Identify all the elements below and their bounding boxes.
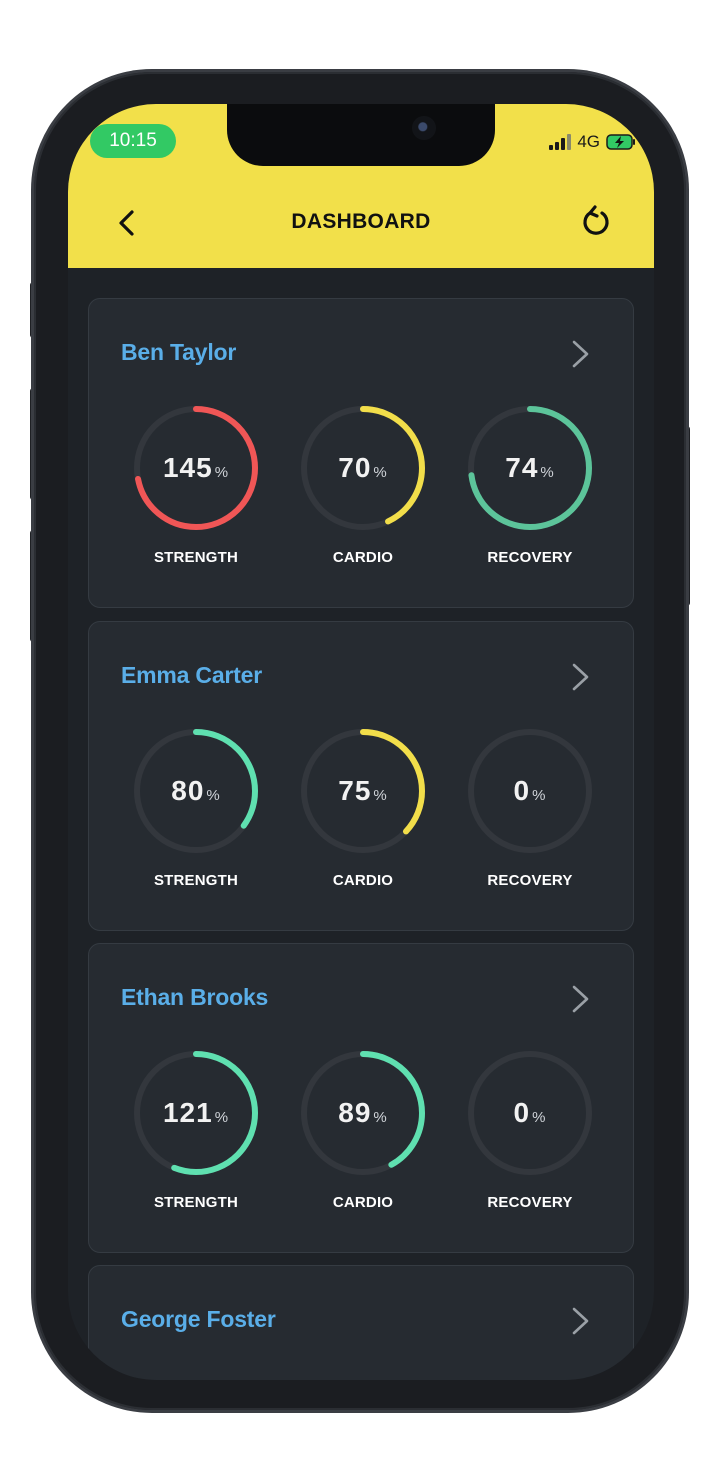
- metric-number: 74: [505, 452, 539, 483]
- progress-ring-recovery: 0%: [465, 726, 595, 856]
- metric-label: RECOVERY: [487, 549, 573, 566]
- metric-unit: %: [532, 786, 547, 804]
- metric-number: 80: [171, 775, 205, 806]
- metric-value: 74%: [465, 403, 595, 533]
- athlete-name[interactable]: Emma Carter: [121, 662, 262, 689]
- metric-label: RECOVERY: [487, 1194, 573, 1211]
- metric-label: STRENGTH: [153, 1194, 239, 1211]
- athlete-card[interactable]: Ethan Brooks 121% STRENGTH 89% CARDIO 0% RECOV…: [88, 943, 634, 1253]
- metric-value: 145%: [131, 403, 261, 533]
- progress-ring-strength: 80%: [131, 726, 261, 856]
- athlete-name[interactable]: George Foster: [121, 1306, 276, 1333]
- metric-value: 70%: [298, 403, 428, 533]
- network-label: 4G: [577, 132, 600, 151]
- metric-number: 70: [338, 452, 372, 483]
- progress-ring-recovery: 0%: [465, 1048, 595, 1178]
- athlete-card[interactable]: Emma Carter 80% STRENGTH 75% CARDIO 0% RECOVER…: [88, 621, 634, 931]
- metric-value: 89%: [298, 1048, 428, 1178]
- metric-value: 80%: [131, 726, 261, 856]
- app-header: 10:15 4G DASHBOARD: [68, 104, 654, 268]
- notch: [227, 104, 495, 166]
- metric-label: STRENGTH: [153, 872, 239, 889]
- metric-unit: %: [373, 463, 388, 481]
- refresh-icon[interactable]: [578, 204, 614, 240]
- metric-label: CARDIO: [332, 872, 394, 889]
- chevron-right-icon[interactable]: [569, 982, 593, 1016]
- athlete-card[interactable]: George Foster: [88, 1265, 634, 1380]
- progress-ring-recovery: 74%: [465, 403, 595, 533]
- progress-ring-cardio: 75%: [298, 726, 428, 856]
- status-time: 10:15: [90, 124, 176, 158]
- metric-number: 75: [338, 775, 372, 806]
- metric-unit: %: [214, 463, 230, 481]
- progress-ring-strength: 145%: [131, 403, 261, 533]
- metric-number: 89: [338, 1097, 372, 1128]
- metric-number: 0: [513, 775, 531, 806]
- page-title: DASHBOARD: [291, 210, 431, 233]
- chevron-right-icon[interactable]: [569, 337, 593, 371]
- metric-unit: %: [373, 1108, 388, 1126]
- progress-ring-strength: 121%: [131, 1048, 261, 1178]
- front-camera: [412, 116, 436, 140]
- chevron-right-icon[interactable]: [569, 1304, 593, 1338]
- metric-label: STRENGTH: [153, 549, 239, 566]
- progress-ring-cardio: 89%: [298, 1048, 428, 1178]
- status-indicators: 4G: [549, 132, 636, 152]
- progress-ring-cardio: 70%: [298, 403, 428, 533]
- metric-unit: %: [373, 786, 388, 804]
- chevron-right-icon[interactable]: [569, 660, 593, 694]
- phone-screen: 10:15 4G DASHBOARD Ben Taylor 145% STRENGT…: [68, 104, 654, 1380]
- metric-label: RECOVERY: [487, 872, 573, 889]
- metric-unit: %: [540, 463, 555, 481]
- metric-value: 0%: [465, 1048, 595, 1178]
- metric-value: 0%: [465, 726, 595, 856]
- metric-unit: %: [206, 786, 221, 804]
- metric-label: CARDIO: [332, 549, 394, 566]
- metric-value: 121%: [131, 1048, 261, 1178]
- athlete-name[interactable]: Ethan Brooks: [121, 984, 268, 1011]
- metric-number: 121: [162, 1097, 213, 1128]
- metric-number: 0: [513, 1097, 531, 1128]
- athlete-name[interactable]: Ben Taylor: [121, 339, 236, 366]
- metric-number: 145: [162, 452, 213, 483]
- metric-value: 75%: [298, 726, 428, 856]
- athlete-card[interactable]: Ben Taylor 145% STRENGTH 70% CARDIO 74% RECOVE…: [88, 298, 634, 608]
- battery-charging-icon: [606, 134, 635, 150]
- signal-icon: [549, 134, 572, 150]
- metric-label: CARDIO: [332, 1194, 394, 1211]
- metric-unit: %: [532, 1108, 547, 1126]
- metric-unit: %: [214, 1108, 230, 1126]
